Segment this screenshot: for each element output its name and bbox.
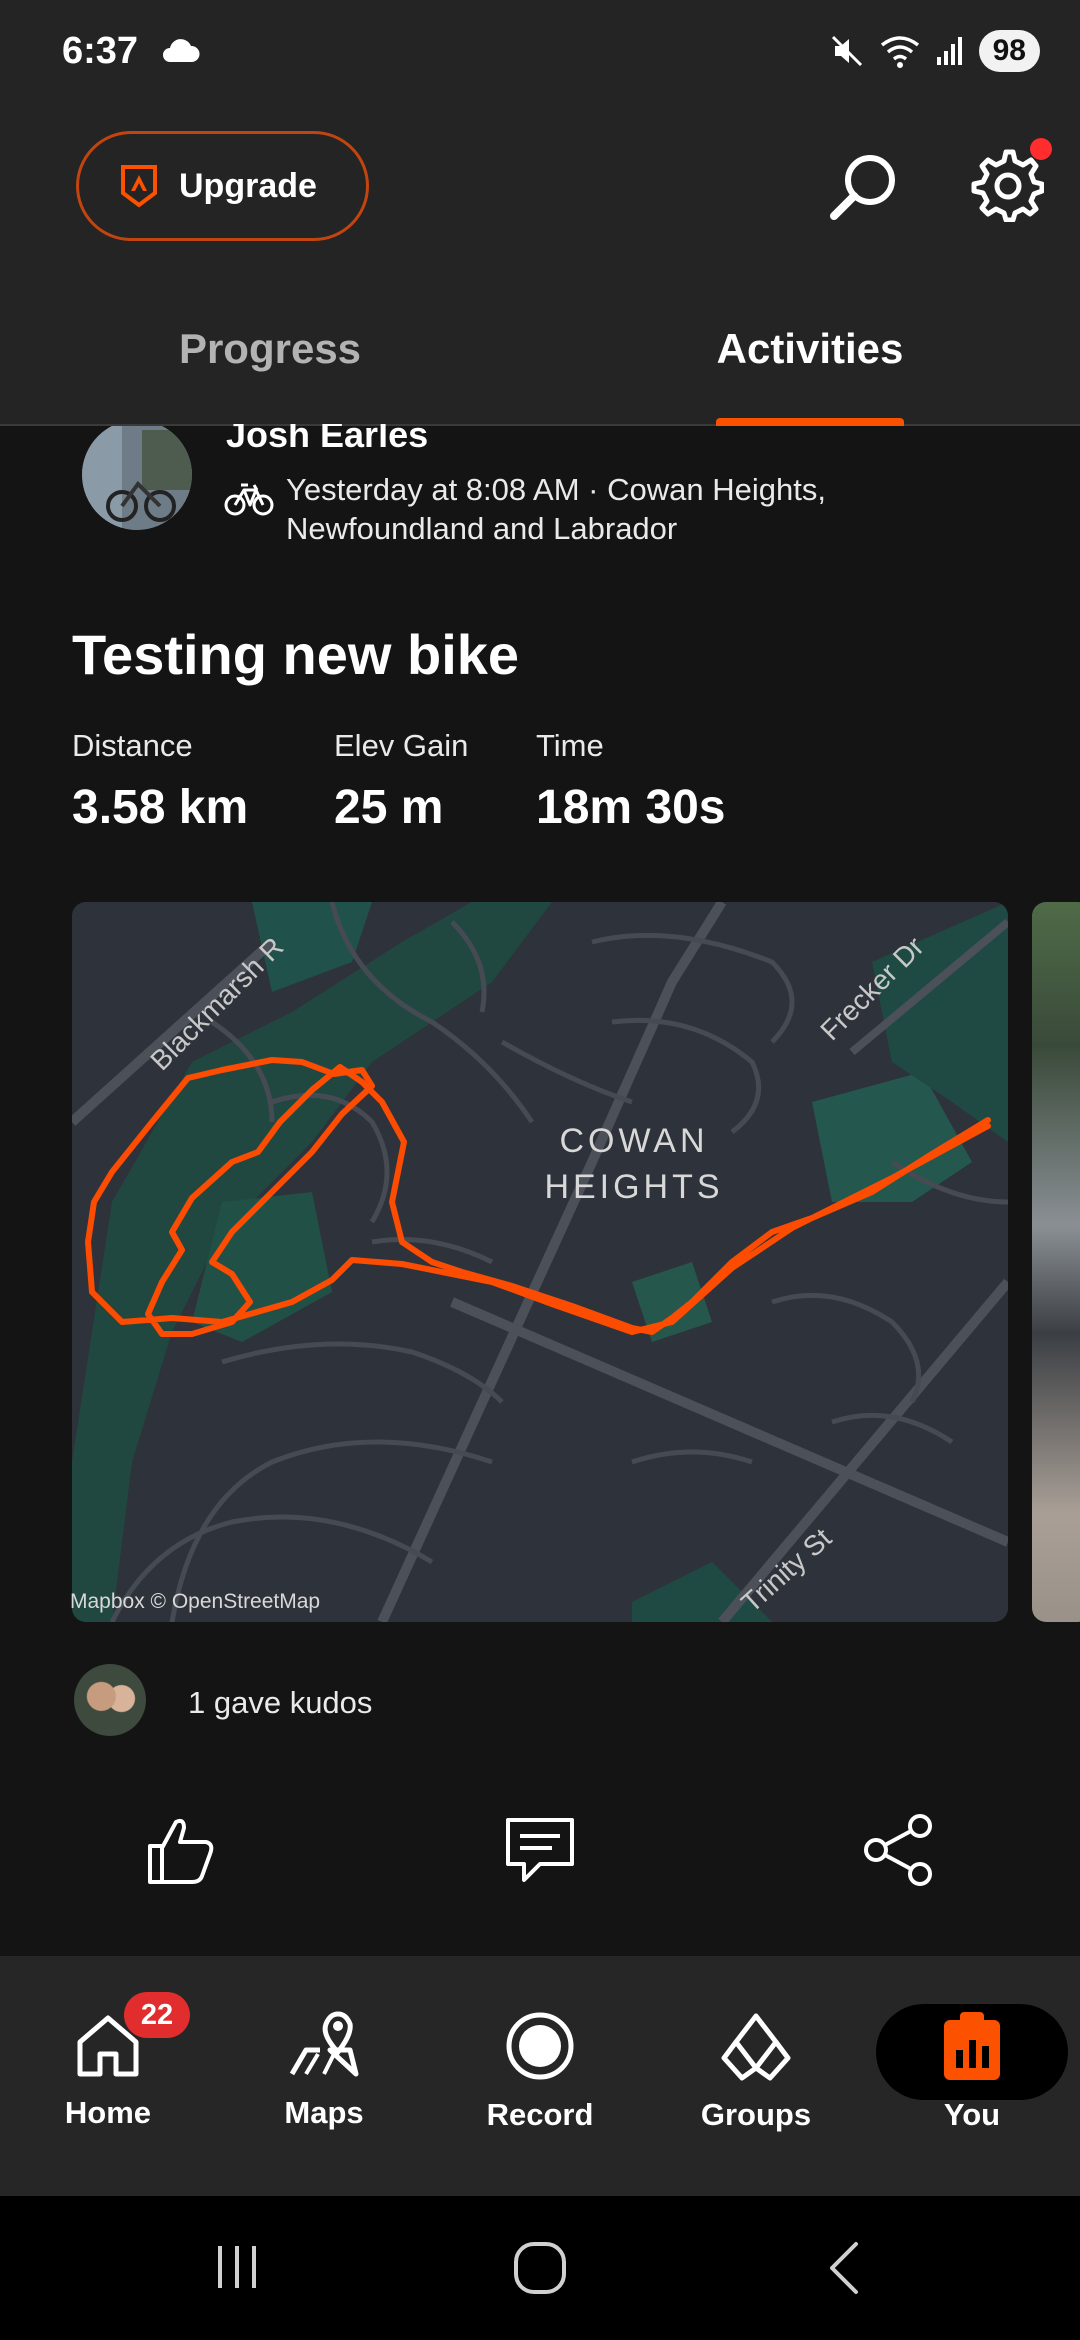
stat-elev-gain: Elev Gain 25 m — [334, 728, 468, 835]
stat-time: Time 18m 30s — [536, 728, 726, 835]
active-tab-indicator — [716, 418, 904, 426]
nav-groups[interactable]: Groups — [656, 2010, 856, 2133]
activity-photo-thumbnail[interactable] — [1032, 902, 1080, 1622]
athlete-avatar[interactable] — [82, 426, 192, 530]
bike-icon — [224, 483, 274, 516]
notification-dot — [1030, 138, 1052, 160]
comment-icon[interactable] — [500, 1812, 580, 1888]
kudos-thumbs-up-icon[interactable] — [142, 1812, 218, 1888]
map-area-label-2: HEIGHTS — [544, 1168, 723, 1206]
nav-label: You — [943, 2097, 1001, 2132]
share-icon[interactable] — [860, 1812, 936, 1888]
kudos-avatar[interactable] — [74, 1664, 146, 1736]
nav-label: Groups — [700, 2097, 812, 2132]
nav-label: Home — [64, 2095, 152, 2130]
gear-icon[interactable] — [968, 146, 1044, 222]
status-time: 6:37 — [62, 30, 139, 72]
signal-icon — [936, 37, 962, 65]
nav-maps[interactable]: Maps — [224, 2010, 424, 2131]
stat-value: 3.58 km — [72, 781, 249, 834]
groups-icon — [721, 2013, 791, 2081]
tab-progress[interactable]: Progress — [0, 325, 540, 373]
stat-value: 25 m — [334, 781, 444, 834]
map-attribution: Mapbox © OpenStreetMap — [70, 1590, 321, 1613]
activity-title[interactable]: Testing new bike — [72, 622, 519, 687]
battery-indicator: 98 — [978, 30, 1040, 72]
route-map[interactable]: COWAN HEIGHTS Blackmarsh R Frecker Dr Tr… — [72, 902, 1008, 1622]
recent-apps-icon[interactable] — [212, 2242, 262, 2292]
notification-badge: 22 — [124, 1992, 190, 2038]
mute-icon — [831, 35, 862, 67]
nav-record[interactable]: Record — [440, 2010, 640, 2133]
cloud-icon — [163, 39, 200, 62]
kudos-count[interactable]: 1 gave kudos — [188, 1685, 372, 1721]
back-icon[interactable] — [824, 2240, 864, 2296]
tab-divider — [0, 424, 1080, 426]
nav-you[interactable]: You — [872, 2010, 1072, 2133]
status-icons: 98 — [829, 30, 1040, 72]
wifi-icon — [880, 36, 919, 68]
stat-label: Time — [536, 728, 604, 763]
search-icon[interactable] — [826, 148, 902, 224]
you-icon — [944, 2012, 1000, 2080]
nav-label: Record — [486, 2097, 594, 2132]
stat-label: Elev Gain — [334, 728, 469, 763]
shield-icon — [121, 165, 157, 208]
map-area-label-1: COWAN — [559, 1122, 708, 1160]
record-icon — [506, 2012, 574, 2080]
tab-activities[interactable]: Activities — [540, 325, 1080, 373]
activity-meta: Yesterday at 8:08 AM · Cowan Heights, Ne… — [286, 472, 826, 546]
upgrade-button[interactable]: Upgrade — [76, 131, 369, 241]
maps-icon — [289, 2011, 359, 2077]
home-system-icon[interactable] — [512, 2240, 568, 2296]
stat-distance: Distance 3.58 km — [72, 728, 248, 835]
nav-label: Maps — [284, 2095, 364, 2130]
stat-label: Distance — [72, 728, 193, 763]
upgrade-label: Upgrade — [179, 166, 317, 205]
stat-value: 18m 30s — [536, 781, 726, 834]
